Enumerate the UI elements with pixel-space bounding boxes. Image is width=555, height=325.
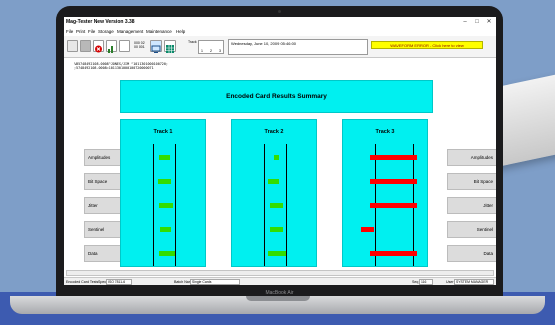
track-label: Track: [188, 40, 197, 44]
app-title: Mag-Tester New Version 3.38: [66, 19, 135, 25]
toolbar: 000 02 00 001 Track 1 2 3 Wednesday, Jun…: [64, 36, 496, 58]
track-1-sentinel-bar: [160, 227, 171, 232]
grid-button[interactable]: [164, 40, 176, 53]
stop-button[interactable]: [67, 40, 78, 52]
track-3-amplitudes-bar: [370, 155, 417, 160]
datetime-field: Wednesday, June 10, 2009 05:46:00: [228, 39, 368, 55]
status-bar: Encoded Card Tests Spec ISO 7811-6 Batch…: [64, 277, 496, 285]
track-2-panel: Track 2: [231, 119, 317, 267]
title-bar: Mag-Tester New Version 3.38 – □ ✕: [64, 17, 496, 28]
menu-item-file[interactable]: File: [66, 29, 73, 34]
track-selector: 1 2 3: [198, 40, 224, 54]
laptop-notch: [246, 296, 310, 301]
track-2-amplitudes-bar: [274, 155, 279, 160]
encoded-data-readout: %B5748492108-0008^JONES/JIM ^10113010001…: [74, 62, 234, 76]
track-3-panel: Track 3: [342, 119, 428, 267]
menu-item-maintenance[interactable]: Maintenance: [146, 29, 172, 34]
row-label-bit-space-right: Bit Space: [447, 173, 496, 190]
track-3-bit-space-bar: [370, 179, 417, 184]
horizontal-scrollbar[interactable]: [66, 270, 494, 276]
track-2-bit-space-bar: [268, 179, 279, 184]
monitor-icon: [151, 45, 161, 53]
monitor-button[interactable]: [150, 40, 162, 53]
track-3-jitter-bar: [370, 203, 417, 208]
track-option-2[interactable]: 2: [210, 49, 212, 53]
user-value: SYSTEM MANAGER: [454, 279, 494, 285]
close-button[interactable]: ✕: [484, 18, 494, 26]
row-label-amplitudes-right: Amplitudes: [447, 149, 496, 166]
track-1-title: Track 1: [153, 129, 173, 135]
spec-value: ISO 7811-6: [106, 279, 132, 285]
user-label: User: [446, 280, 454, 284]
track-2-sentinel-bar: [270, 227, 283, 232]
track-1-jitter-bar: [159, 203, 173, 208]
spec-label: Spec: [98, 280, 107, 284]
row-label-sentinel-right: Sentinel: [447, 221, 496, 238]
seq-value: 116: [419, 279, 433, 285]
seq-label: Seq: [412, 280, 419, 284]
row-label-data-right: Data: [447, 245, 496, 262]
track-2-jitter-bar: [270, 203, 283, 208]
menu-item-print[interactable]: Print: [76, 29, 85, 34]
menu-item-storage[interactable]: Storage: [98, 29, 114, 34]
track-3-title: Track 3: [375, 129, 395, 135]
menu-bar: File Print File Storage Management Maint…: [64, 28, 496, 36]
chart-icon: [108, 46, 113, 53]
grid-icon: [166, 45, 174, 53]
menu-item-management[interactable]: Management: [117, 29, 143, 34]
camera-icon: [278, 10, 281, 13]
track-1-panel: Track 1: [120, 119, 206, 267]
laptop-brand-label: MacBook Air: [265, 290, 294, 296]
maximize-button[interactable]: □: [472, 18, 482, 26]
batch-value: Single Cards: [190, 279, 240, 285]
pause-button[interactable]: [80, 40, 91, 52]
counter-label: 000 02 00 001: [134, 41, 145, 49]
track-option-1[interactable]: 1: [201, 49, 203, 53]
track-2-min-line: [264, 144, 265, 266]
encoded-line-2: ;5748492108-0008=1011301000100720000071: [74, 66, 154, 70]
card-button[interactable]: [119, 40, 130, 52]
menu-item-file-2[interactable]: File: [88, 29, 95, 34]
track-1-amplitudes-bar: [159, 155, 170, 160]
track-2-title: Track 2: [264, 129, 284, 135]
track-3-data-bar: [370, 251, 417, 256]
track-1-data-bar: [159, 251, 175, 256]
cancel-icon: [95, 45, 102, 53]
chart-button[interactable]: [106, 40, 117, 53]
app-window: Mag-Tester New Version 3.38 – □ ✕ File P…: [64, 17, 496, 285]
track-1-min-line: [153, 144, 154, 266]
track-1-max-line: [175, 144, 176, 266]
status-mode: Encoded Card Tests: [66, 280, 99, 284]
track-option-3[interactable]: 3: [219, 49, 221, 53]
track-1-bit-space-bar: [158, 179, 171, 184]
track-2-max-line: [286, 144, 287, 266]
track-2-data-bar: [268, 251, 286, 256]
track-3-sentinel-bar: [361, 227, 374, 232]
waveform-warning-button[interactable]: WAVEFORM ERROR - Click here to view: [371, 41, 483, 49]
cancel-button[interactable]: [93, 40, 104, 53]
row-label-jitter-right: Jitter: [447, 197, 496, 214]
summary-banner: Encoded Card Results Summary: [120, 80, 433, 113]
menu-item-help[interactable]: Help: [176, 29, 185, 34]
minimize-button[interactable]: –: [460, 18, 470, 26]
